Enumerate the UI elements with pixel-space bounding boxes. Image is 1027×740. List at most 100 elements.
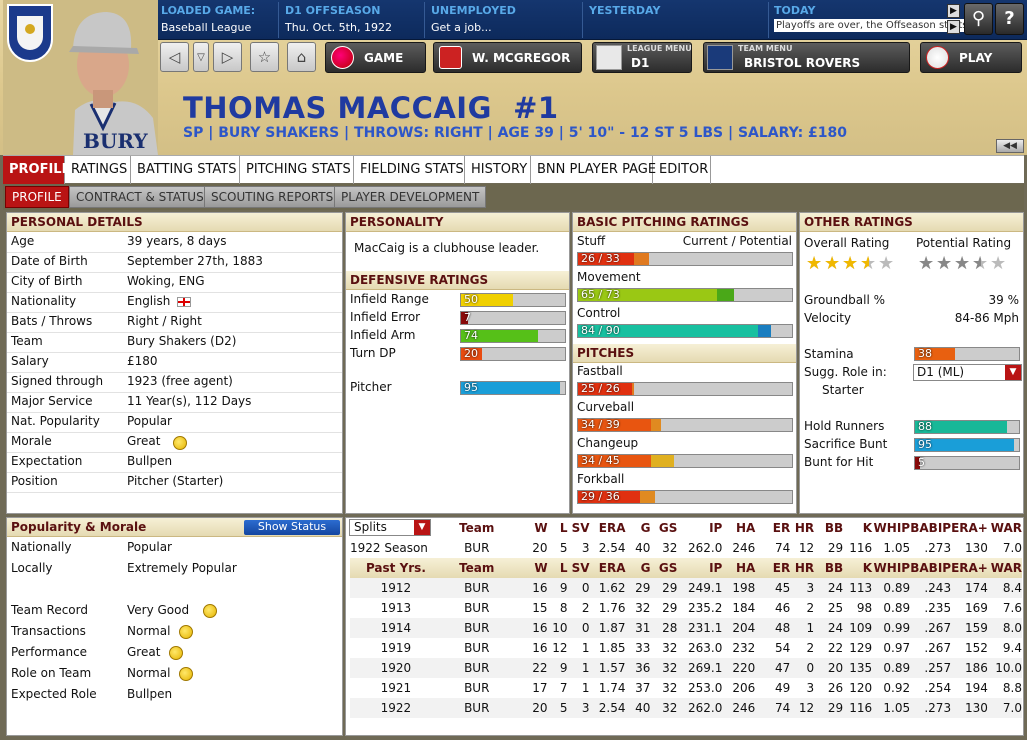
loaded-game-value[interactable]: Baseball League (161, 21, 251, 34)
stats-header[interactable]: WHIP (872, 518, 911, 538)
subtab-contract-status[interactable]: CONTRACT & STATUS (69, 186, 211, 208)
stats-header[interactable]: SV (568, 558, 590, 578)
league-menu-button[interactable]: LEAGUE MENU D1 (592, 42, 692, 73)
play-button[interactable]: PLAY (920, 42, 1022, 73)
stats-header[interactable]: HA (722, 518, 755, 538)
stats-header[interactable]: IP (677, 518, 722, 538)
stat-cell: 206 (732, 681, 756, 695)
tab-history[interactable]: HISTORY (465, 156, 531, 184)
tab-pitching-stats[interactable]: PITCHING STATS (240, 156, 354, 184)
tab-fielding-stats[interactable]: FIELDING STATS (354, 156, 465, 184)
ticker-down-icon[interactable]: ▶ (947, 20, 960, 34)
star-icon[interactable]: ☆ (250, 42, 279, 72)
stats-header[interactable]: HR (790, 518, 814, 538)
stats-panel: Splits ▼ Team W L SV ERA G GS IP HA ER HR BB K WHIP BAB… (345, 517, 1024, 736)
ticker-up-icon[interactable]: ▶ (947, 4, 960, 18)
stats-header[interactable]: GS (650, 558, 678, 578)
stats-header[interactable]: IP (677, 558, 722, 578)
stat-cell: 1 (581, 661, 590, 675)
stat-cell: 120 (849, 681, 873, 695)
detail-value: English (127, 294, 171, 308)
tab-profile[interactable]: PROFILE (3, 156, 70, 184)
stats-header[interactable]: WAR (988, 518, 1022, 538)
table-row[interactable]: 1920 BUR 22 9 1 1.57 36 32 269.1 220 47 0 20 135 0.89.… (350, 658, 1022, 678)
forward-icon[interactable]: ▷ (213, 42, 242, 72)
stats-header[interactable]: ERA (590, 558, 626, 578)
table-row[interactable]: 1919 BUR 16 12 1 1.85 33 32 263.0 232 54 2 22 129 0.97… (350, 638, 1022, 658)
team-menu-button[interactable]: TEAM MENU BRISTOL ROVERS (703, 42, 910, 73)
stats-header[interactable]: HA (722, 558, 755, 578)
stat-cell: 0.89 (883, 581, 911, 595)
stats-header[interactable]: W (512, 558, 547, 578)
stats-header[interactable]: Team (442, 558, 512, 578)
other-rating-label: Hold Runners (804, 419, 885, 433)
manager-button[interactable]: W. MCGREGOR (433, 42, 582, 73)
popularity-value: Great (127, 645, 161, 659)
subtab-player-development[interactable]: PLAYER DEVELOPMENT (334, 186, 487, 208)
stats-header[interactable]: Team (442, 518, 512, 538)
stats-header[interactable]: BABIP (910, 518, 951, 538)
home-icon[interactable]: ⌂ (287, 42, 316, 72)
pitching-label: Stuff (577, 234, 606, 248)
stats-header[interactable]: ER (755, 558, 790, 578)
stat-cell: 262.0 (687, 701, 723, 715)
help-icon[interactable]: ? (995, 3, 1024, 35)
stats-header[interactable]: G (625, 558, 651, 578)
stats-header[interactable]: ER (755, 518, 790, 538)
table-row[interactable]: 1921 BUR 17 7 1 1.74 37 32 253.0 206 49 3 26 120 0.92.… (350, 678, 1022, 698)
stat-cell: BUR (464, 601, 490, 615)
stat-cell: .273 (924, 541, 952, 555)
stats-header[interactable]: BABIP (910, 558, 951, 578)
stats-header[interactable]: ERA+ (951, 518, 988, 538)
stats-header[interactable]: WAR (988, 558, 1022, 578)
tab-bnn-player-page[interactable]: BNN PLAYER PAGE (531, 156, 656, 184)
stats-header[interactable]: WHIP (872, 558, 911, 578)
rating-star-fill: ★ (806, 253, 823, 274)
stats-header[interactable]: K (843, 558, 872, 578)
stat-cell: 1 (806, 621, 815, 635)
game-button[interactable]: GAME (325, 42, 426, 73)
stats-header[interactable]: ERA+ (951, 558, 988, 578)
yesterday-label[interactable]: YESTERDAY (589, 4, 660, 17)
popularity-label: Transactions (11, 624, 86, 638)
game-date[interactable]: Thu. Oct. 5th, 1922 (285, 21, 392, 34)
detail-label: Signed through (11, 374, 104, 388)
stats-header[interactable]: W (512, 518, 547, 538)
table-row[interactable]: 1912 BUR 16 9 0 1.62 29 29 249.1 198 45 3 24 113 0.89.… (350, 578, 1022, 598)
stats-header[interactable]: SV (568, 518, 590, 538)
employment-status-value[interactable]: Get a job... (431, 21, 492, 34)
history-dropdown-icon[interactable]: ▽ (193, 42, 209, 72)
role-league-select[interactable]: D1 (ML) ▼ (913, 364, 1022, 381)
stats-header[interactable]: L (548, 518, 568, 538)
league-logo-icon (596, 45, 622, 70)
today-ticker[interactable]: Playoffs are over, the Offseason starts (774, 19, 970, 32)
stat-cell: 7.0 (1002, 701, 1022, 715)
show-status-button[interactable]: Show Status (244, 520, 340, 535)
rewind-icon[interactable]: ◀◀ (996, 139, 1024, 153)
stat-cell: 20 (532, 541, 548, 555)
stat-cell: 29 (662, 601, 678, 615)
stats-header[interactable]: GS (650, 518, 678, 538)
tab-editor[interactable]: EDITOR (653, 156, 711, 184)
stat-cell: 0 (581, 581, 590, 595)
stat-cell: .267 (924, 641, 952, 655)
tab-batting-stats[interactable]: BATTING STATS (131, 156, 240, 184)
back-icon[interactable]: ◁ (160, 42, 189, 72)
stats-header[interactable]: K (843, 518, 872, 538)
stats-header[interactable]: BB (814, 518, 843, 538)
rating-star-fill: ★ (936, 253, 953, 274)
detail-value: Popular (127, 414, 172, 428)
search-icon[interactable]: ⚲ (964, 3, 993, 35)
stats-header[interactable]: L (548, 558, 568, 578)
table-row[interactable]: 1922 BUR 20 5 3 2.54 40 32 262.0 246 74 12 29 116 1.05… (350, 698, 1022, 718)
stats-header[interactable]: HR (790, 558, 814, 578)
tab-ratings[interactable]: RATINGS (65, 156, 131, 184)
stats-header[interactable]: G (625, 518, 651, 538)
stats-header[interactable]: ERA (590, 518, 626, 538)
table-row[interactable]: 1913 BUR 15 8 2 1.76 32 29 235.2 184 46 2 25 98 0.89.2… (350, 598, 1022, 618)
stats-header[interactable]: BB (814, 558, 843, 578)
subtab-profile[interactable]: PROFILE (5, 186, 69, 208)
table-row[interactable]: 1914 BUR 16 10 0 1.87 31 28 231.1 204 48 1 24 109 0.99… (350, 618, 1022, 638)
subtab-scouting-reports[interactable]: SCOUTING REPORTS (204, 186, 341, 208)
stat-cell: 116 (849, 541, 873, 555)
